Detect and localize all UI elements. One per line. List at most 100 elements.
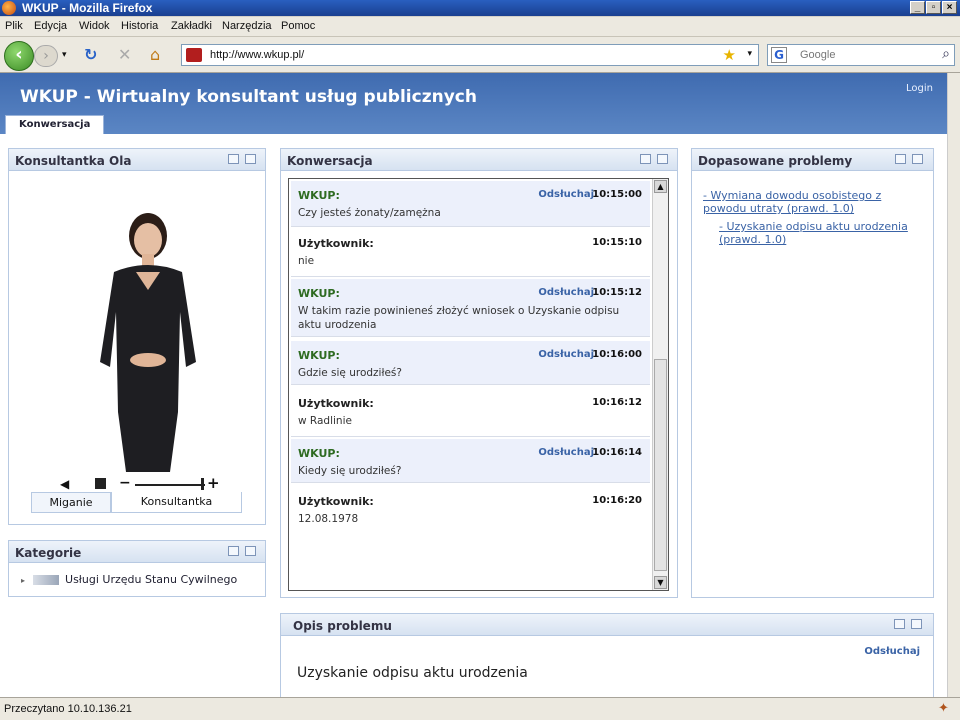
window-titlebar: WKUP - Mozilla Firefox _ ▫ ×: [0, 0, 960, 16]
slider-handle[interactable]: [201, 478, 204, 490]
plus-icon[interactable]: +: [207, 474, 220, 492]
menu-narzedzia[interactable]: Narzędzia: [222, 20, 272, 32]
page-scrollbar[interactable]: [947, 73, 960, 697]
listen-link[interactable]: Odsłuchaj: [538, 189, 594, 200]
collapse-icon[interactable]: [228, 154, 239, 164]
message-sender: WKUP:: [298, 287, 340, 300]
chat-log: WKUP: Odsłuchaj 10:15:00 Czy jesteś żona…: [288, 178, 669, 591]
collapse-icon[interactable]: [228, 546, 239, 556]
collapse-icon[interactable]: [895, 154, 906, 164]
login-link[interactable]: Login: [906, 83, 933, 94]
menu-bar: Plik Edycja Widok Historia Zakładki Narz…: [0, 17, 960, 37]
stop-icon[interactable]: ✕: [118, 45, 131, 65]
minus-icon[interactable]: −: [119, 475, 131, 491]
addon-icon[interactable]: ✦: [938, 701, 949, 716]
search-icon[interactable]: ⌕: [942, 46, 950, 62]
message-time: 10:16:12: [592, 397, 642, 408]
scroll-down-icon[interactable]: ▼: [654, 576, 667, 589]
matched-problem-link[interactable]: - Wymiana dowodu osobistego z powodu utr…: [703, 189, 928, 215]
message-sender: Użytkownik:: [298, 495, 374, 508]
chat-message: Użytkownik: 10:15:10 nie: [291, 229, 650, 277]
menu-edycja[interactable]: Edycja: [34, 20, 67, 32]
categories-panel: Kategorie ▸ Usługi Urzędu Stanu Cywilneg…: [8, 540, 266, 597]
consultant-avatar-image: [100, 213, 196, 472]
collapse-icon[interactable]: [894, 619, 905, 629]
consultant-panel: Konsultantka Ola ◀ − + Miganie Konsultan…: [8, 148, 266, 525]
problem-heading: Uzyskanie odpisu aktu urodzenia: [297, 665, 528, 681]
stop-icon[interactable]: [95, 478, 106, 489]
message-time: 10:16:00: [592, 349, 642, 360]
conversation-panel: Konwersacja WKUP: Odsłuchaj 10:15:00 Czy…: [280, 148, 678, 598]
message-text: w Radlinie: [298, 415, 352, 427]
avatar-video: [10, 172, 264, 474]
maximize-icon[interactable]: [912, 154, 923, 164]
home-icon[interactable]: ⌂: [150, 45, 160, 65]
search-placeholder[interactable]: Google: [800, 49, 835, 61]
minimize-button[interactable]: _: [910, 1, 925, 14]
menu-widok[interactable]: Widok: [79, 20, 110, 32]
chat-message: WKUP: Odsłuchaj 10:15:12 W takim razie p…: [291, 279, 650, 337]
category-item[interactable]: ▸ Usługi Urzędu Stanu Cywilnego: [21, 573, 237, 586]
scroll-thumb[interactable]: [654, 359, 667, 571]
message-text: nie: [298, 255, 315, 267]
close-button[interactable]: ×: [942, 1, 957, 14]
consultant-panel-header: Konsultantka Ola: [9, 149, 265, 171]
google-engine-icon[interactable]: G: [771, 47, 787, 63]
url-text[interactable]: http://www.wkup.pl/: [210, 49, 304, 61]
message-text: Kiedy się urodziłeś?: [298, 465, 402, 477]
message-text: W takim razie powinieneś złożyć wniosek …: [298, 305, 620, 331]
tab-konwersacja[interactable]: Konwersacja: [5, 115, 105, 134]
volume-icon[interactable]: ◀: [60, 477, 69, 491]
matched-problems-header: Dopasowane problemy: [692, 149, 933, 171]
chat-message: WKUP: Odsłuchaj 10:16:14 Kiedy się urodz…: [291, 439, 650, 483]
categories-panel-header: Kategorie: [9, 541, 265, 563]
search-box[interactable]: G Google ⌕: [767, 44, 955, 66]
folder-icon: [32, 575, 59, 585]
status-bar: Przeczytano 10.10.136.21 ✦: [0, 697, 960, 720]
reload-icon[interactable]: ↻: [84, 45, 97, 65]
scroll-up-icon[interactable]: ▲: [654, 180, 667, 193]
navigation-toolbar: ‹ › ▾ ↻ ✕ ⌂ http://www.wkup.pl/ ★ ▾ G Go…: [0, 37, 960, 73]
menu-plik[interactable]: Plik: [5, 20, 23, 32]
menu-pomoc[interactable]: Pomoc: [281, 20, 315, 32]
history-dropdown-icon[interactable]: ▾: [62, 45, 67, 65]
maximize-icon[interactable]: [911, 619, 922, 629]
tab-miganie[interactable]: Miganie: [31, 492, 111, 513]
message-time: 10:16:20: [592, 495, 642, 506]
consultant-panel-title: Konsultantka Ola: [15, 154, 132, 168]
chat-message: Użytkownik: 10:16:12 w Radlinie: [291, 389, 650, 437]
chat-scrollbar[interactable]: ▲ ▼: [652, 179, 668, 590]
matched-problems-panel: Dopasowane problemy - Wymiana dowodu oso…: [691, 148, 934, 598]
url-dropdown-icon[interactable]: ▾: [747, 49, 752, 59]
maximize-icon[interactable]: [245, 546, 256, 556]
problem-description-title: Opis problemu: [293, 619, 392, 633]
volume-slider[interactable]: [135, 484, 205, 486]
problem-description-header: Opis problemu: [281, 614, 933, 636]
expand-arrow-icon[interactable]: ▸: [21, 576, 25, 585]
problem-description-panel: Opis problemu Odsłuchaj Uzyskanie odpisu…: [280, 613, 934, 697]
address-bar[interactable]: http://www.wkup.pl/ ★ ▾: [181, 44, 759, 66]
message-text: Czy jesteś żonaty/zamężna: [298, 207, 441, 219]
listen-link[interactable]: Odsłuchaj: [538, 447, 594, 458]
listen-link[interactable]: Odsłuchaj: [538, 287, 594, 298]
status-text: Przeczytano 10.10.136.21: [4, 703, 132, 715]
forward-button[interactable]: ›: [34, 45, 58, 67]
bookmark-star-icon[interactable]: ★: [723, 46, 736, 64]
menu-zakladki[interactable]: Zakładki: [171, 20, 212, 32]
listen-link[interactable]: Odsłuchaj: [538, 349, 594, 360]
message-text: Gdzie się urodziłeś?: [298, 367, 402, 379]
listen-link[interactable]: Odsłuchaj: [864, 646, 920, 657]
maximize-button[interactable]: ▫: [926, 1, 941, 14]
tab-konsultantka[interactable]: Konsultantka: [111, 492, 242, 513]
web-page: WKUP - Wirtualny konsultant usług public…: [0, 73, 947, 697]
menu-historia[interactable]: Historia: [121, 20, 158, 32]
app-title: WKUP - Wirtualny konsultant usług public…: [20, 87, 477, 107]
maximize-icon[interactable]: [245, 154, 256, 164]
chat-message: Użytkownik: 10:16:20 12.08.1978: [291, 487, 650, 535]
category-label[interactable]: Usługi Urzędu Stanu Cywilnego: [65, 573, 237, 586]
back-button[interactable]: ‹: [4, 41, 34, 71]
chat-message: WKUP: Odsłuchaj 10:16:00 Gdzie się urodz…: [291, 341, 650, 385]
maximize-icon[interactable]: [657, 154, 668, 164]
matched-problem-link[interactable]: - Uzyskanie odpisu aktu urodzenia (prawd…: [719, 220, 919, 246]
collapse-icon[interactable]: [640, 154, 651, 164]
